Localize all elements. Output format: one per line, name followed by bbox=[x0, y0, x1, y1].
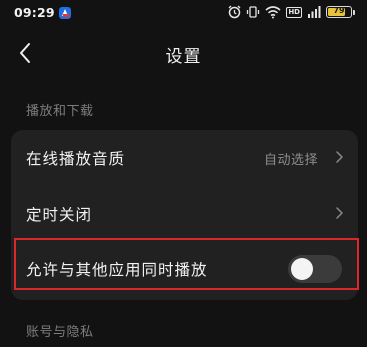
alarm-icon bbox=[228, 5, 241, 19]
app-notification-icon bbox=[59, 7, 71, 19]
battery-level: 79 bbox=[333, 6, 345, 15]
chevron-right-icon bbox=[336, 151, 343, 163]
section-header-account: 账号与隐私 bbox=[26, 325, 94, 340]
playback-settings-card: 在线播放音质 自动选择 定时关闭 允许与其他应用同时播放 bbox=[11, 130, 358, 300]
battery-nub bbox=[353, 9, 355, 15]
setting-mix-playback: 允许与其他应用同时播放 bbox=[11, 241, 358, 295]
status-time: 09:29 bbox=[14, 5, 55, 20]
setting-label: 允许与其他应用同时播放 bbox=[26, 261, 208, 279]
mix-playback-toggle[interactable] bbox=[288, 255, 342, 283]
status-bar: 09:29 HD 79 bbox=[0, 0, 367, 26]
toggle-knob bbox=[291, 258, 313, 280]
vibrate-icon bbox=[247, 6, 260, 18]
setting-label: 在线播放音质 bbox=[26, 150, 126, 168]
signal-icon bbox=[308, 6, 321, 18]
setting-online-quality[interactable]: 在线播放音质 自动选择 bbox=[11, 130, 358, 184]
wifi-icon bbox=[265, 6, 281, 19]
battery-icon: 79 bbox=[326, 6, 352, 18]
chevron-right-icon bbox=[336, 207, 343, 219]
nav-bar: 设置 bbox=[0, 30, 367, 76]
section-header-playback: 播放和下载 bbox=[26, 104, 94, 119]
hd-badge: HD bbox=[286, 6, 302, 18]
setting-sleep-timer[interactable]: 定时关闭 bbox=[11, 186, 358, 240]
page-title: 设置 bbox=[165, 47, 202, 67]
setting-value: 自动选择 bbox=[263, 153, 318, 168]
setting-label: 定时关闭 bbox=[26, 206, 93, 224]
